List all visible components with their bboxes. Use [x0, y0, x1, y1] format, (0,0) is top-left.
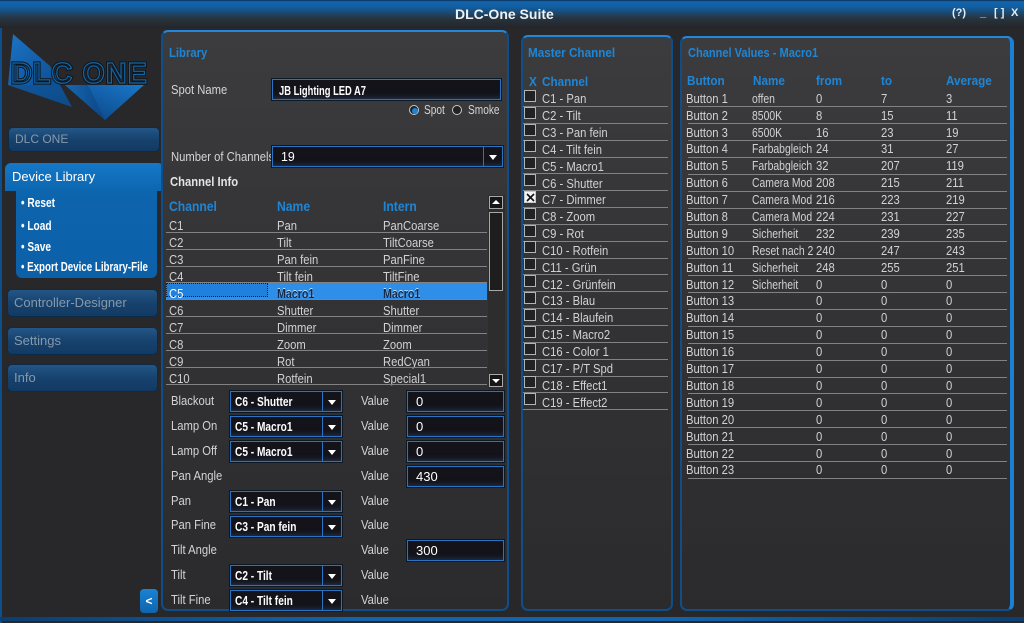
svg-text:DLC ONE: DLC ONE [11, 58, 147, 90]
